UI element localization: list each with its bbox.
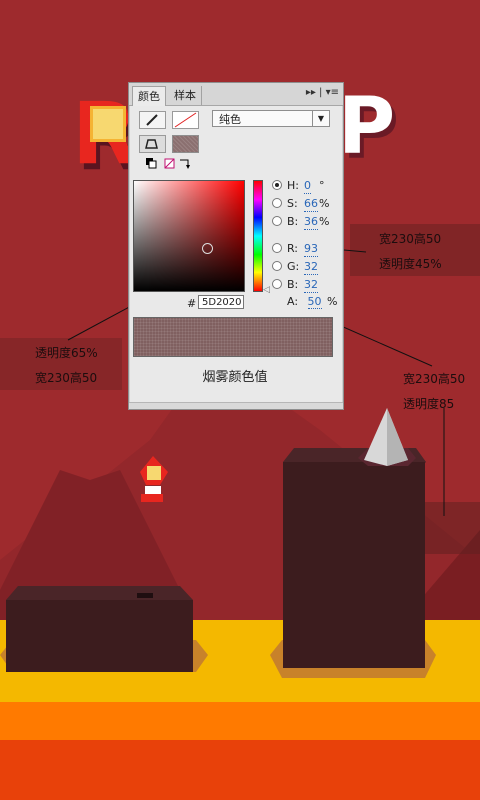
annotation-right-bottom-alpha: 透明度85 [403,397,455,411]
stroke-swatch[interactable] [172,111,199,129]
logo-letter-right: P [338,82,396,172]
field-alpha-label: A: [287,295,299,308]
stroke-color-button[interactable] [139,111,166,129]
chevron-down-icon: ▼ [312,111,329,126]
hex-input[interactable]: 5D2020 [198,295,244,309]
hex-prefix: # [187,297,197,310]
annotation-right-top-alpha: 透明度45% [379,257,442,271]
player-legs [141,494,163,502]
fill-type-value: 纯色 [219,113,241,126]
fill-color-button[interactable] [139,135,166,153]
fill-type-dropdown[interactable]: 纯色 ▼ [212,110,330,127]
pillar-right-body [283,462,425,668]
radio-brightness[interactable] [272,216,282,226]
field-saturation-unit: % [319,197,330,210]
radio-saturation[interactable] [272,198,282,208]
annotation-left-size: 宽230高50 [35,371,98,385]
panel-tab-bar: 颜色 样本 ▸▸ | ▾≡ [129,83,343,106]
annotation-right-bottom-size: 宽230高50 [403,372,466,386]
field-alpha-unit: % [327,295,338,308]
annotation-right-top-size: 宽230高50 [379,232,442,246]
field-hue-value[interactable]: 0 [304,179,311,194]
radio-blue[interactable] [272,279,282,289]
smoke-band-right-bottom [420,502,480,554]
pillar-left-mark [137,593,153,598]
panel-resize-grip[interactable] [129,402,343,409]
tab-swatches[interactable]: 样本 [169,86,202,105]
annotation-left-alpha: 透明度65% [35,346,98,360]
field-green-value[interactable]: 32 [304,260,318,275]
pillar-left-body [6,600,193,672]
logo-square [90,106,126,142]
hue-pointer-icon[interactable]: ◁ [263,285,270,295]
field-hue-unit: ° [319,179,325,192]
field-saturation-label: S: [287,197,298,210]
field-hue-label: H: [287,179,299,192]
radio-green[interactable] [272,261,282,271]
pencil-icon [146,114,158,126]
player-head [147,466,161,480]
field-brightness-unit: % [319,215,330,228]
hue-slider[interactable] [253,180,263,292]
panel-caption: 烟雾颜色值 [202,370,268,385]
field-alpha-value[interactable]: 50 [307,295,322,309]
radio-red[interactable] [272,243,282,253]
lava-orange [0,702,480,740]
field-red-label: R: [287,242,299,255]
saturation-brightness-picker[interactable] [133,180,245,292]
field-brightness-label: B: [287,215,299,228]
no-color-icon [174,112,197,128]
field-alpha[interactable]: A: 50 % [287,295,338,309]
swap-colors-icons[interactable] [145,157,195,171]
color-panel: 颜色 样本 ▸▸ | ▾≡ 纯色 ▼ ◁ H: 0 ° S: 66 % B: 3… [128,82,344,410]
player-body [145,486,161,494]
paint-bucket-icon [145,139,158,149]
field-blue-label: B: [287,278,299,291]
field-brightness-value[interactable]: 36 [304,215,318,230]
fill-swatch[interactable] [172,135,199,153]
tab-color[interactable]: 颜色 [132,86,166,106]
field-saturation-value[interactable]: 66 [304,197,318,212]
lava-red [0,740,480,800]
panel-menu-icon[interactable]: ▸▸ | ▾≡ [306,87,339,98]
field-red-value[interactable]: 93 [304,242,318,257]
radio-hue[interactable] [272,180,282,190]
picker-cursor[interactable] [202,243,213,254]
color-preview-swatch [133,317,333,357]
field-green-label: G: [287,260,300,273]
field-blue-value[interactable]: 32 [304,278,318,293]
